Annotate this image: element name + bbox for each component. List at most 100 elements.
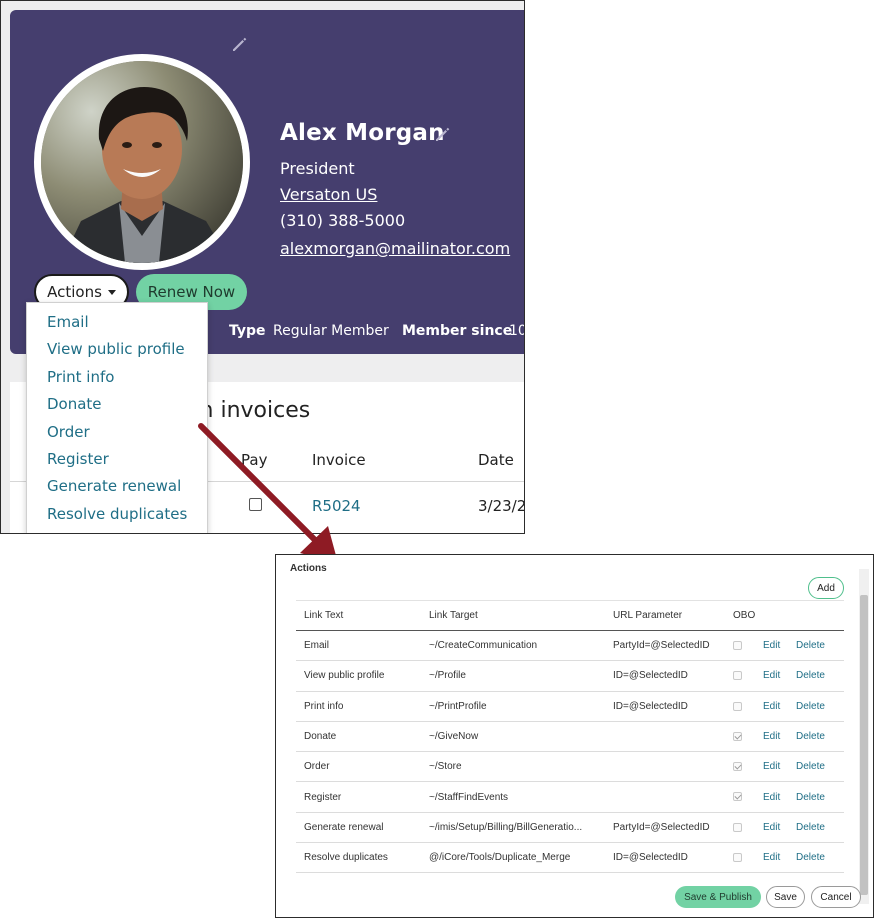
actions-config-screenshot: Actions Add Link Text Link Target URL Pa… xyxy=(275,554,874,918)
pay-checkbox[interactable] xyxy=(249,498,262,511)
delete-link[interactable]: Delete xyxy=(796,842,844,874)
edit-link[interactable]: Edit xyxy=(763,630,796,662)
add-button[interactable]: Add xyxy=(808,577,844,599)
obo-checkbox[interactable] xyxy=(733,701,742,711)
table-row: View public profile ~/Profile ID=@Select… xyxy=(296,660,844,692)
obo-checkbox[interactable] xyxy=(733,731,742,741)
obo-checkbox[interactable] xyxy=(733,671,742,681)
delete-link[interactable]: Delete xyxy=(796,630,844,662)
delete-link[interactable]: Delete xyxy=(796,781,844,813)
obo-cell xyxy=(725,630,763,662)
invoice-date: 3/23/2 xyxy=(478,497,525,515)
table-row: Resolve duplicates @/iCore/Tools/Duplica… xyxy=(296,842,844,874)
actions-dropdown-menu: Email View public profile Print info Don… xyxy=(26,302,208,533)
edit-link[interactable]: Edit xyxy=(763,691,796,722)
column-header-invoice[interactable]: Invoice xyxy=(312,451,366,469)
pencil-icon[interactable] xyxy=(230,34,250,54)
menu-item-generate-renewal[interactable]: Generate renewal xyxy=(27,475,207,502)
menu-item-register[interactable]: Register xyxy=(27,448,207,475)
company-link[interactable]: Versaton US xyxy=(280,185,377,204)
column-header-obo: OBO xyxy=(725,600,763,631)
save-and-publish-button[interactable]: Save & Publish xyxy=(675,886,761,908)
link-text-cell: Order xyxy=(296,751,421,783)
obo-checkbox[interactable] xyxy=(733,641,742,650)
link-target-cell: ~/imis/Setup/Billing/BillGeneratio... xyxy=(421,812,605,844)
menu-item-resolve-duplicates[interactable]: Resolve duplicates xyxy=(27,503,207,530)
member-since-label: Member since xyxy=(402,323,513,339)
edit-link[interactable]: Edit xyxy=(763,751,796,783)
avatar xyxy=(34,54,250,270)
url-parameter-cell xyxy=(605,751,725,783)
obo-checkbox[interactable] xyxy=(733,762,742,772)
link-text-cell: Generate renewal xyxy=(296,812,421,844)
actions-button-label: Actions xyxy=(47,283,102,301)
obo-cell xyxy=(725,781,763,813)
profile-screenshot: Alex Morgan President Versaton US (310) … xyxy=(0,0,525,534)
column-header-edit xyxy=(763,600,796,631)
link-text-cell: Donate xyxy=(296,721,421,753)
save-button[interactable]: Save xyxy=(766,886,805,908)
column-header-delete xyxy=(796,600,844,631)
obo-cell xyxy=(725,660,763,692)
menu-item-print-info[interactable]: Print info xyxy=(27,366,207,393)
cancel-button[interactable]: Cancel xyxy=(811,886,861,908)
delete-link[interactable]: Delete xyxy=(796,812,844,844)
pencil-icon[interactable] xyxy=(433,124,453,144)
table-row: Print info ~/PrintProfile ID=@SelectedID… xyxy=(296,691,844,722)
url-parameter-cell: ID=@SelectedID xyxy=(605,660,725,692)
url-parameter-cell xyxy=(605,781,725,813)
column-header-date[interactable]: Date xyxy=(478,451,514,469)
link-target-cell: ~/GiveNow xyxy=(421,721,605,753)
menu-item-email[interactable]: Email xyxy=(27,311,207,338)
delete-link[interactable]: Delete xyxy=(796,691,844,722)
member-since-value: 10/1 xyxy=(509,323,524,339)
scrollbar-thumb[interactable] xyxy=(860,595,868,895)
link-target-cell: ~/Profile xyxy=(421,660,605,692)
link-target-cell: ~/PrintProfile xyxy=(421,691,605,722)
url-parameter-cell: PartyId=@SelectedID xyxy=(605,812,725,844)
table-row: Donate ~/GiveNow Edit Delete xyxy=(296,721,844,753)
obo-checkbox[interactable] xyxy=(733,822,742,832)
type-label: Type xyxy=(229,323,266,339)
url-parameter-cell: PartyId=@SelectedID xyxy=(605,630,725,662)
invoice-link[interactable]: R5024 xyxy=(312,497,361,515)
link-text-cell: Email xyxy=(296,630,421,662)
menu-item-order[interactable]: Order xyxy=(27,421,207,448)
link-target-cell: ~/StaffFindEvents xyxy=(421,781,605,813)
edit-link[interactable]: Edit xyxy=(763,812,796,844)
menu-item-donate[interactable]: Donate xyxy=(27,393,207,420)
edit-link[interactable]: Edit xyxy=(763,721,796,753)
column-header-link-target: Link Target xyxy=(421,600,605,631)
delete-link[interactable]: Delete xyxy=(796,660,844,692)
link-text-cell: Print info xyxy=(296,691,421,722)
link-text-cell: Resolve duplicates xyxy=(296,842,421,874)
avatar-photo xyxy=(41,61,243,263)
link-target-cell: ~/CreateCommunication xyxy=(421,630,605,662)
table-row: Register ~/StaffFindEvents Edit Delete xyxy=(296,781,844,813)
edit-link[interactable]: Edit xyxy=(763,660,796,692)
obo-checkbox[interactable] xyxy=(733,853,742,863)
menu-item-view-public-profile[interactable]: View public profile xyxy=(27,338,207,365)
email-link[interactable]: alexmorgan@mailinator.com xyxy=(280,239,510,258)
contact-title: President xyxy=(280,159,355,178)
link-target-cell: @/iCore/Tools/Duplicate_Merge xyxy=(421,842,605,874)
delete-link[interactable]: Delete xyxy=(796,721,844,753)
table-header-row: Link Text Link Target URL Parameter OBO xyxy=(296,600,844,631)
edit-link[interactable]: Edit xyxy=(763,842,796,874)
obo-checkbox[interactable] xyxy=(733,792,742,802)
link-text-cell: View public profile xyxy=(296,660,421,692)
obo-cell xyxy=(725,842,763,874)
edit-link[interactable]: Edit xyxy=(763,781,796,813)
column-header-pay: Pay xyxy=(241,451,268,469)
table-row: Generate renewal ~/imis/Setup/Billing/Bi… xyxy=(296,812,844,844)
actions-config-table: Link Text Link Target URL Parameter OBO … xyxy=(296,600,844,874)
obo-cell xyxy=(725,751,763,783)
url-parameter-cell: ID=@SelectedID xyxy=(605,691,725,722)
profile-name: Alex Morgan xyxy=(280,120,445,146)
config-title: Actions xyxy=(290,563,327,574)
phone-number: (310) 388-5000 xyxy=(280,211,406,230)
obo-cell xyxy=(725,721,763,753)
column-header-url-parameter: URL Parameter xyxy=(605,600,725,631)
table-row: Order ~/Store Edit Delete xyxy=(296,751,844,783)
delete-link[interactable]: Delete xyxy=(796,751,844,783)
